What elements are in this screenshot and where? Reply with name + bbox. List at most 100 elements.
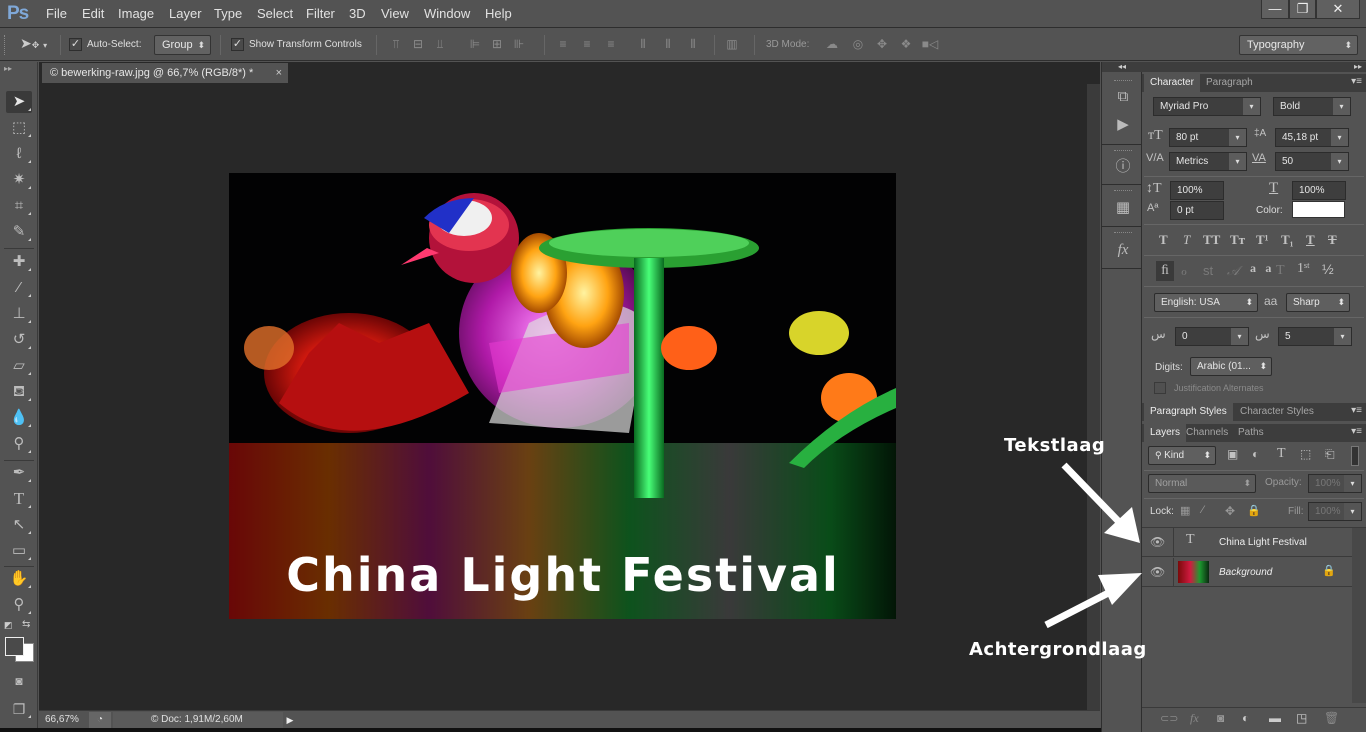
3d-pan-icon[interactable]: ✥: [873, 37, 891, 51]
minimize-button[interactable]: —: [1261, 0, 1289, 19]
zoom-icon[interactable]: ⚲: [6, 594, 32, 616]
quick-mask-icon[interactable]: ◙: [6, 670, 32, 692]
titling-alternates-icon[interactable]: T: [1276, 263, 1285, 279]
new-adjustment-layer-icon[interactable]: ◐: [1242, 711, 1249, 725]
superscript-icon[interactable]: T¹: [1256, 232, 1269, 248]
menu-select[interactable]: Select: [257, 6, 293, 21]
discretionary-ligatures-icon[interactable]: st: [1203, 263, 1213, 278]
baseline-shift-field[interactable]: 0 pt: [1170, 201, 1224, 220]
swash-icon[interactable]: 𝒜: [1227, 263, 1239, 279]
default-colors-icon[interactable]: ◩: [4, 620, 13, 631]
pen-icon[interactable]: ✒: [6, 462, 32, 484]
align-left-icon[interactable]: ⊫: [468, 37, 482, 51]
antialias-dropdown[interactable]: Sharp ⬍: [1286, 293, 1350, 312]
panel-menu-icon[interactable]: ▾≡: [1351, 76, 1362, 87]
clone-stamp-icon[interactable]: ⊥: [6, 303, 32, 325]
all-caps-icon[interactable]: TT: [1203, 232, 1220, 248]
styles-panel-menu-icon[interactable]: ▾≡: [1351, 405, 1362, 416]
tab-character[interactable]: Character: [1144, 74, 1200, 92]
add-mask-icon[interactable]: ◙: [1217, 711, 1224, 725]
swap-colors-icon[interactable]: ⇆: [22, 619, 30, 630]
path-selection-icon[interactable]: ↖: [6, 514, 32, 536]
restore-button[interactable]: ❐: [1289, 0, 1316, 19]
type-icon[interactable]: T: [6, 488, 32, 510]
menu-file[interactable]: File: [46, 6, 67, 21]
tab-character-styles[interactable]: Character Styles: [1234, 403, 1320, 421]
align-hcenter-icon[interactable]: ⊞: [490, 37, 504, 51]
font-size-field[interactable]: 80 pt ▾: [1169, 128, 1247, 147]
expand-panels-icon[interactable]: ▸▸: [1142, 62, 1366, 72]
tab-paragraph[interactable]: Paragraph: [1200, 74, 1259, 92]
menu-layer[interactable]: Layer: [169, 6, 202, 21]
standard-ligatures-icon[interactable]: ﬁ: [1156, 261, 1174, 281]
actions-panel-icon[interactable]: ▶: [1112, 115, 1134, 135]
paint-bucket-icon[interactable]: ⛾: [6, 381, 32, 403]
move-tool-icon[interactable]: ➤✥ ▾: [20, 35, 47, 52]
menu-type[interactable]: Type: [214, 6, 242, 21]
filter-toggle-switch[interactable]: [1351, 446, 1359, 466]
align-bottom-icon[interactable]: ⫫: [433, 37, 447, 51]
filter-shape-icon[interactable]: ⬚: [1300, 447, 1311, 461]
distribute-hcenter-icon[interactable]: ⫴: [661, 37, 675, 51]
expand-tools-icon[interactable]: ▸▸: [4, 64, 12, 73]
screen-mode-icon[interactable]: ❐: [6, 698, 32, 720]
lasso-icon[interactable]: ℓ: [6, 143, 32, 165]
font-style-dropdown[interactable]: Bold ▾: [1273, 97, 1351, 116]
swatches-panel-icon[interactable]: ▦: [1112, 198, 1134, 218]
fractions-icon[interactable]: ½: [1322, 261, 1334, 277]
3d-roll-icon[interactable]: ◎: [849, 37, 867, 51]
foreground-color-swatch[interactable]: [5, 637, 24, 656]
menu-edit[interactable]: Edit: [82, 6, 104, 21]
styles-panel-icon[interactable]: fx: [1112, 240, 1134, 260]
font-family-dropdown[interactable]: Myriad Pro ▾: [1153, 97, 1261, 116]
horizontal-scale-field[interactable]: 100%: [1292, 181, 1346, 200]
underline-icon[interactable]: T: [1306, 232, 1315, 248]
layer-row-text[interactable]: 👁 T China Light Festival: [1142, 528, 1352, 557]
delete-layer-icon[interactable]: 🗑: [1324, 711, 1339, 725]
stylistic-alternates-icon[interactable]: a⃗a: [1250, 261, 1271, 276]
auto-align-layers-icon[interactable]: ▥: [725, 37, 739, 51]
status-menu-arrow-icon[interactable]: ▶: [283, 712, 297, 728]
menu-filter[interactable]: Filter: [306, 6, 335, 21]
auto-select-target-dropdown[interactable]: Group ⬍: [154, 35, 211, 55]
options-grip[interactable]: [4, 35, 7, 55]
info-panel-icon[interactable]: ⓘ: [1112, 157, 1134, 177]
close-window-button[interactable]: ✕: [1316, 0, 1360, 19]
opacity-field[interactable]: 100% ▾: [1308, 474, 1362, 493]
lock-transparent-icon[interactable]: ▦: [1180, 504, 1190, 517]
digits-dropdown[interactable]: Arabic (01... ⬍: [1190, 357, 1272, 376]
align-top-icon[interactable]: ⫪: [389, 37, 403, 51]
distribute-bottom-icon[interactable]: ≡: [604, 37, 618, 51]
tab-paths[interactable]: Paths: [1232, 424, 1270, 442]
3d-scale-camera-icon[interactable]: ■◁: [920, 37, 940, 51]
workspace-switcher[interactable]: Typography ⬍: [1239, 35, 1358, 55]
distribute-left-icon[interactable]: ⫴: [636, 37, 650, 51]
subscript-icon[interactable]: T₁: [1281, 232, 1294, 248]
dodge-icon[interactable]: ⚲: [6, 433, 32, 455]
kerning-field[interactable]: Metrics ▾: [1169, 152, 1247, 171]
blend-mode-dropdown[interactable]: Normal ⬍: [1148, 474, 1256, 493]
menu-window[interactable]: Window: [424, 6, 470, 21]
layers-panel-menu-icon[interactable]: ▾≡: [1351, 426, 1362, 437]
filter-type-icon[interactable]: T: [1277, 446, 1286, 462]
add-layer-style-icon[interactable]: fx: [1190, 711, 1199, 726]
zoom-level[interactable]: 66,67%: [45, 714, 79, 725]
move-tool-icon[interactable]: ➤: [6, 91, 32, 113]
layers-scrollbar[interactable]: [1352, 528, 1366, 703]
rectangular-marquee-icon[interactable]: ⬚: [6, 117, 32, 139]
blur-icon[interactable]: 💧: [6, 407, 32, 429]
rectangle-shape-icon[interactable]: ▭: [6, 540, 32, 562]
faux-bold-icon[interactable]: T: [1159, 232, 1168, 248]
layer-filter-kind-dropdown[interactable]: ⚲ Kind ⬍: [1148, 446, 1216, 465]
new-layer-icon[interactable]: ◳: [1296, 711, 1307, 725]
menu-3d[interactable]: 3D: [349, 6, 366, 21]
strikethrough-icon[interactable]: T: [1328, 232, 1337, 248]
proof-setup-icon[interactable]: ◔: [89, 712, 111, 728]
tab-paragraph-styles[interactable]: Paragraph Styles: [1144, 403, 1233, 421]
kashida-field-1[interactable]: 0 ▾: [1175, 327, 1249, 346]
magic-wand-icon[interactable]: ✷: [6, 169, 32, 191]
lock-image-pixels-icon[interactable]: ⁄: [1202, 504, 1204, 516]
menu-help[interactable]: Help: [485, 6, 512, 21]
justification-alternates-checkbox[interactable]: [1154, 382, 1166, 394]
language-dropdown[interactable]: English: USA ⬍: [1154, 293, 1258, 312]
